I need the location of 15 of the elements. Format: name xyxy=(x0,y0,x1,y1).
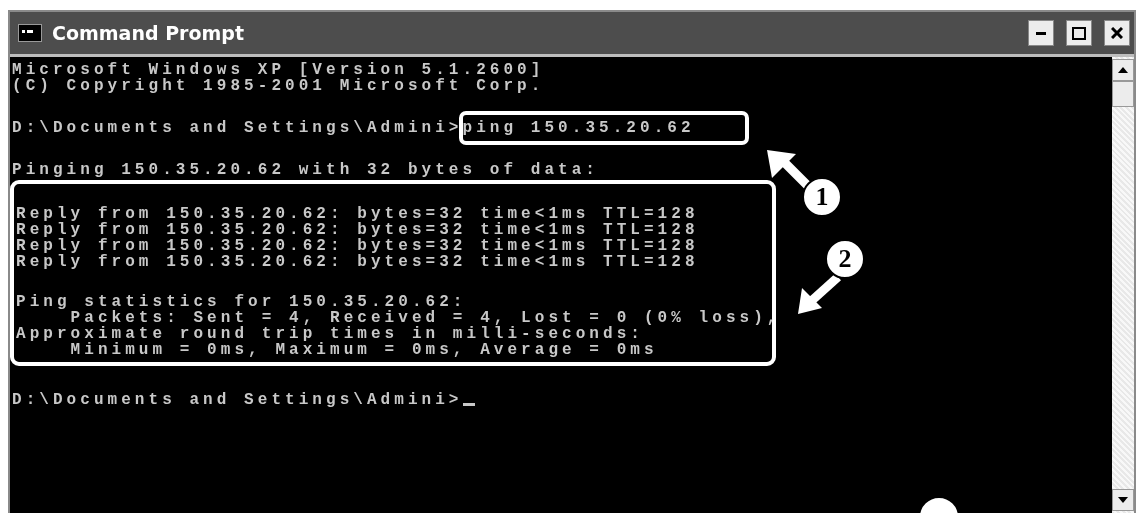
console-line: Minimum = 0ms, Maximum = 0ms, Average = 0ms xyxy=(70,342,659,358)
console-line: Reply from 150.35.20.62: bytes=32 time<1ms TTL=128 xyxy=(16,222,700,238)
window-title: Command Prompt xyxy=(52,22,245,44)
console-line: Approximate round trip times in milli-seconds: xyxy=(16,326,645,342)
console-line: Ping statistics for 150.35.20.62: xyxy=(16,294,468,310)
callout-number: 1 xyxy=(802,177,842,217)
prompt-text: D:\Documents and Settings\Admini> xyxy=(12,391,463,409)
console-line: Reply from 150.35.20.62: bytes=32 time<1ms TTL=128 xyxy=(16,254,700,270)
console-line: Reply from 150.35.20.62: bytes=32 time<1ms TTL=128 xyxy=(16,206,700,222)
console-line: Reply from 150.35.20.62: bytes=32 time<1ms TTL=128 xyxy=(16,238,700,254)
console-line: (C) Copyright 1985-2001 Microsoft Corp. xyxy=(12,78,546,94)
callout-number: 2 xyxy=(825,239,865,279)
console-line: Microsoft Windows XP [Version 5.1.2600] xyxy=(12,62,546,78)
highlighted-command: ping 150.35.20.62 xyxy=(458,111,749,145)
console-line: Pinging 150.35.20.62 with 32 bytes of data: xyxy=(12,162,601,178)
